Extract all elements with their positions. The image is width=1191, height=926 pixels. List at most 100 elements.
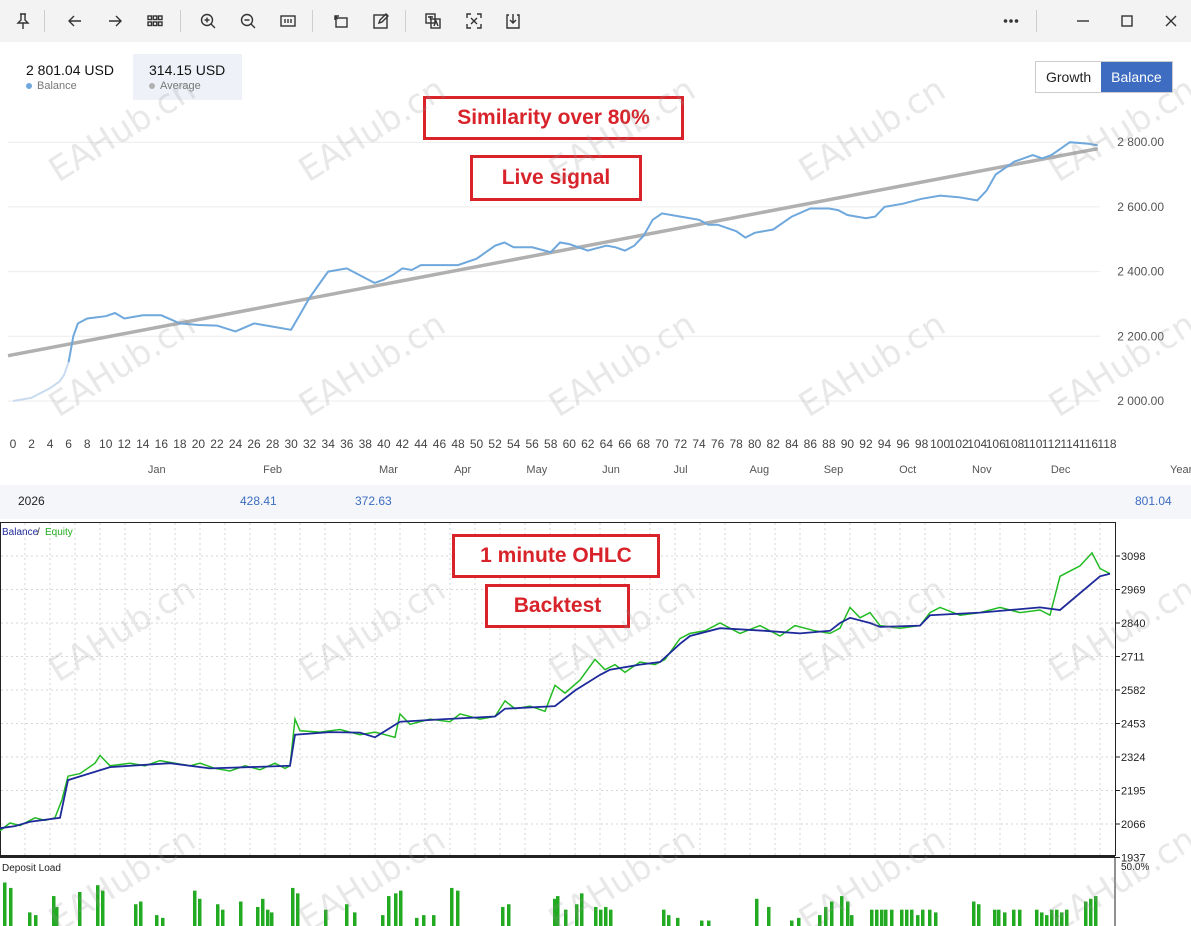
y-tick-label: 2 000.00 <box>1117 394 1164 408</box>
deposit-load-bar <box>221 909 225 926</box>
grid-icon[interactable] <box>140 6 170 36</box>
x-tick-label: 30 <box>284 437 298 451</box>
x-tick-label: 34 <box>322 437 336 451</box>
close-icon[interactable] <box>1156 6 1186 36</box>
similarity-callout: Similarity over 80% <box>423 96 684 140</box>
deposit-load-bar <box>916 915 920 926</box>
deposit-load-bar <box>662 909 666 926</box>
x-tick-label: 92 <box>859 437 873 451</box>
x-tick-label: 88 <box>822 437 836 451</box>
y-tick-label: 2 600.00 <box>1117 200 1164 214</box>
deposit-load-bar <box>52 896 56 926</box>
translate-icon[interactable] <box>418 6 448 36</box>
deposit-load-bar <box>1084 901 1088 926</box>
toolbar-divider <box>1036 10 1037 32</box>
x-tick-label: 24 <box>229 437 243 451</box>
deposit-load-bar <box>575 904 579 926</box>
more-icon[interactable] <box>996 6 1026 36</box>
deposit-load-bar <box>830 901 834 926</box>
forward-arrow-icon[interactable] <box>100 6 130 36</box>
deposit-load-bar <box>846 901 850 926</box>
backtest-callout: Backtest <box>485 584 630 628</box>
deposit-load-bar <box>501 906 505 926</box>
zoom-in-icon[interactable] <box>193 6 223 36</box>
zoom-out-icon[interactable] <box>233 6 263 36</box>
deposit-load-bar <box>1012 909 1016 926</box>
deposit-load-bar <box>139 901 143 926</box>
x-tick-label: 102 <box>949 437 969 451</box>
pin-icon[interactable] <box>8 6 38 36</box>
deposit-load-bar <box>1040 912 1044 926</box>
deposit-load-bar <box>934 912 938 926</box>
deposit-load-bar <box>553 898 557 926</box>
ohlc-callout: 1 minute OHLC <box>452 534 660 578</box>
monthly-summary-row: 2026 428.41 372.63 801.04 <box>0 485 1191 519</box>
deposit-load-bar <box>1065 909 1069 926</box>
legend-equity: Equity <box>45 527 73 538</box>
backtest-chart: 3098296928402711258224532324219520661937… <box>0 522 1149 926</box>
x-tick-label: 86 <box>804 437 818 451</box>
deposit-load-bar <box>1055 909 1059 926</box>
maximize-icon[interactable] <box>1112 6 1142 36</box>
deposit-load-title: Deposit Load <box>2 863 61 874</box>
x-tick-label: 116 <box>1079 437 1098 451</box>
y-tick-label: 2324 <box>1121 752 1145 764</box>
month-label: Oct <box>899 464 916 476</box>
deposit-load-bar <box>910 909 914 926</box>
deposit-load-bar <box>928 909 932 926</box>
deposit-load-bar <box>198 898 202 926</box>
x-tick-label: 74 <box>692 437 706 451</box>
deposit-load-bar <box>870 909 874 926</box>
minimize-icon[interactable] <box>1068 6 1098 36</box>
deposit-load-bar <box>239 901 243 926</box>
deposit-load-bar <box>155 915 159 926</box>
month-label: May <box>526 464 547 476</box>
y-tick-label: 2066 <box>1121 819 1145 831</box>
deposit-load-bar <box>921 909 925 926</box>
deposit-load-bar <box>972 901 976 926</box>
back-arrow-icon[interactable] <box>60 6 90 36</box>
x-tick-label: 76 <box>711 437 725 451</box>
edit-icon[interactable] <box>366 6 396 36</box>
deposit-load-bar <box>432 915 436 926</box>
x-tick-label: 42 <box>396 437 410 451</box>
deposit-load-bar <box>507 904 511 926</box>
x-tick-label: 78 <box>729 437 743 451</box>
viewer-toolbar <box>0 0 1191 43</box>
x-tick-label: 60 <box>563 437 577 451</box>
summary-jan: 428.41 <box>240 494 277 508</box>
x-tick-label: 48 <box>451 437 465 451</box>
deposit-load-bar <box>193 890 197 926</box>
deposit-load-bar <box>700 920 704 926</box>
deposit-load-bar <box>1089 898 1093 926</box>
deposit-load-bar <box>667 915 671 926</box>
save-icon[interactable] <box>498 6 528 36</box>
deposit-load-bar <box>216 904 220 926</box>
deposit-load-bar <box>609 909 613 926</box>
y-tick-label: 2582 <box>1121 685 1145 697</box>
x-tick-label: 4 <box>47 437 54 451</box>
x-tick-label: 96 <box>896 437 910 451</box>
y-tick-label: 2711 <box>1121 652 1145 664</box>
deposit-load-bar <box>387 896 391 926</box>
crop-icon[interactable] <box>459 6 489 36</box>
deposit-load-bar <box>1045 915 1049 926</box>
deposit-load-bar <box>1094 896 1098 926</box>
deposit-load-bar <box>161 917 165 926</box>
deposit-load-bar <box>394 893 398 926</box>
deposit-load-bar <box>790 920 794 926</box>
x-tick-label: 2 <box>28 437 35 451</box>
x-tick-label: 68 <box>637 437 651 451</box>
deposit-load-bar <box>134 904 138 926</box>
deposit-load-bar <box>580 893 584 926</box>
x-tick-label: 58 <box>544 437 558 451</box>
deposit-load-bar <box>1003 912 1007 926</box>
y-tick-label: 2453 <box>1121 719 1145 731</box>
fit-page-icon[interactable] <box>273 6 303 36</box>
x-tick-label: 112 <box>1042 437 1061 451</box>
deposit-load-bar <box>415 917 419 926</box>
deposit-load-bar <box>599 909 603 926</box>
deposit-load-bar <box>324 909 328 926</box>
deposit-load-bar <box>824 906 828 926</box>
rotate-icon[interactable] <box>326 6 356 36</box>
